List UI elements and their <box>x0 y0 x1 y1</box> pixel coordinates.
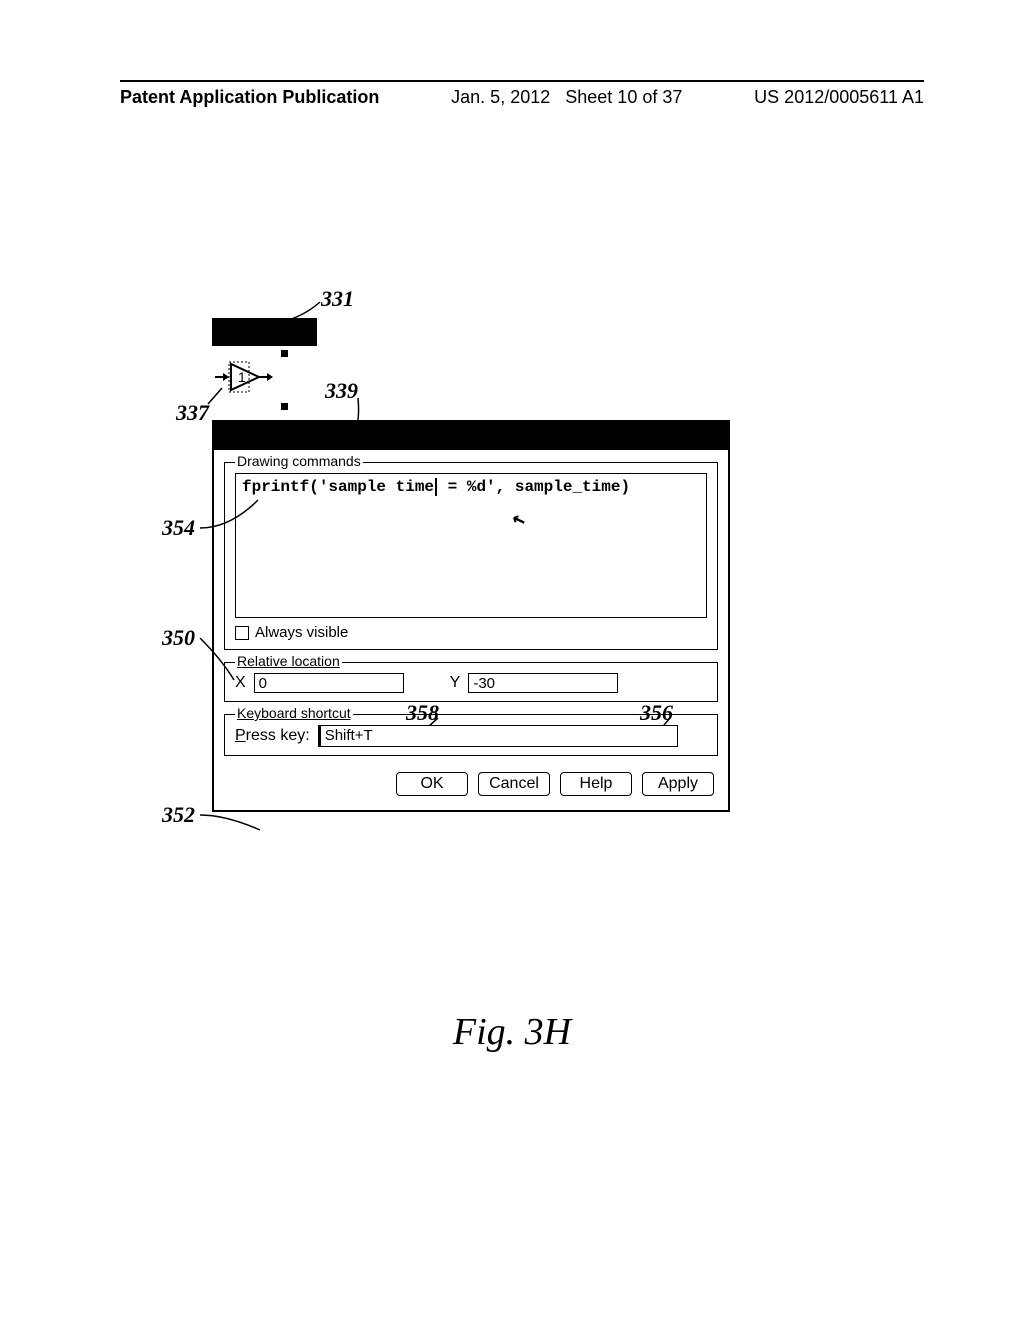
help-button[interactable]: Help <box>560 772 632 796</box>
keyboard-shortcut-legend: Keyboard shortcut <box>235 705 353 721</box>
shortcut-input[interactable]: Shift+T <box>318 725 678 747</box>
y-input[interactable]: -30 <box>468 673 618 693</box>
x-label: X <box>235 674 246 692</box>
relative-location-group: Relative location X 0 Y -30 <box>224 662 718 702</box>
drawing-commands-legend: Drawing commands <box>235 453 363 469</box>
ref-352: 352 <box>162 802 195 828</box>
keyboard-shortcut-group: Keyboard shortcut Press key: Shift+T <box>224 714 718 756</box>
selection-handle <box>281 350 288 357</box>
header-mid: Jan. 5, 2012 Sheet 10 of 37 <box>451 87 682 108</box>
model-window-titlebar <box>212 318 317 346</box>
always-visible-checkbox-row: Always visible <box>235 624 707 641</box>
dialog-button-bar: OK Cancel Help Apply <box>214 760 728 810</box>
ref-337: 337 <box>176 400 209 426</box>
block-properties-dialog: Drawing commands fprintf('sample time = … <box>212 420 730 812</box>
ref-354: 354 <box>162 515 195 541</box>
relative-location-legend: Relative location <box>235 653 342 669</box>
header-pubno: US 2012/0005611 A1 <box>754 87 924 108</box>
press-key-label: Press key: <box>235 727 310 745</box>
dialog-titlebar[interactable] <box>214 422 728 450</box>
gain-value: 1 <box>238 369 246 385</box>
selection-handle <box>281 403 288 410</box>
apply-button[interactable]: Apply <box>642 772 714 796</box>
ok-button[interactable]: OK <box>396 772 468 796</box>
drawing-commands-group: Drawing commands fprintf('sample time = … <box>224 462 718 650</box>
always-visible-label: Always visible <box>255 624 348 641</box>
figure-caption: Fig. 3H <box>0 1010 1024 1054</box>
y-label: Y <box>450 674 461 692</box>
gain-block-icon[interactable]: 1 <box>215 352 275 402</box>
page-header: Patent Application Publication Jan. 5, 2… <box>120 80 924 108</box>
cancel-button[interactable]: Cancel <box>478 772 550 796</box>
text-caret <box>435 478 437 496</box>
x-input[interactable]: 0 <box>254 673 404 693</box>
header-left: Patent Application Publication <box>120 87 379 108</box>
ref-331: 331 <box>321 286 354 312</box>
drawing-commands-textarea[interactable]: fprintf('sample time = %d', sample_time)… <box>235 473 707 618</box>
cursor-arrow-icon: ↖ <box>508 505 529 534</box>
always-visible-checkbox[interactable] <box>235 626 249 640</box>
ref-339: 339 <box>325 378 358 404</box>
ref-350: 350 <box>162 625 195 651</box>
